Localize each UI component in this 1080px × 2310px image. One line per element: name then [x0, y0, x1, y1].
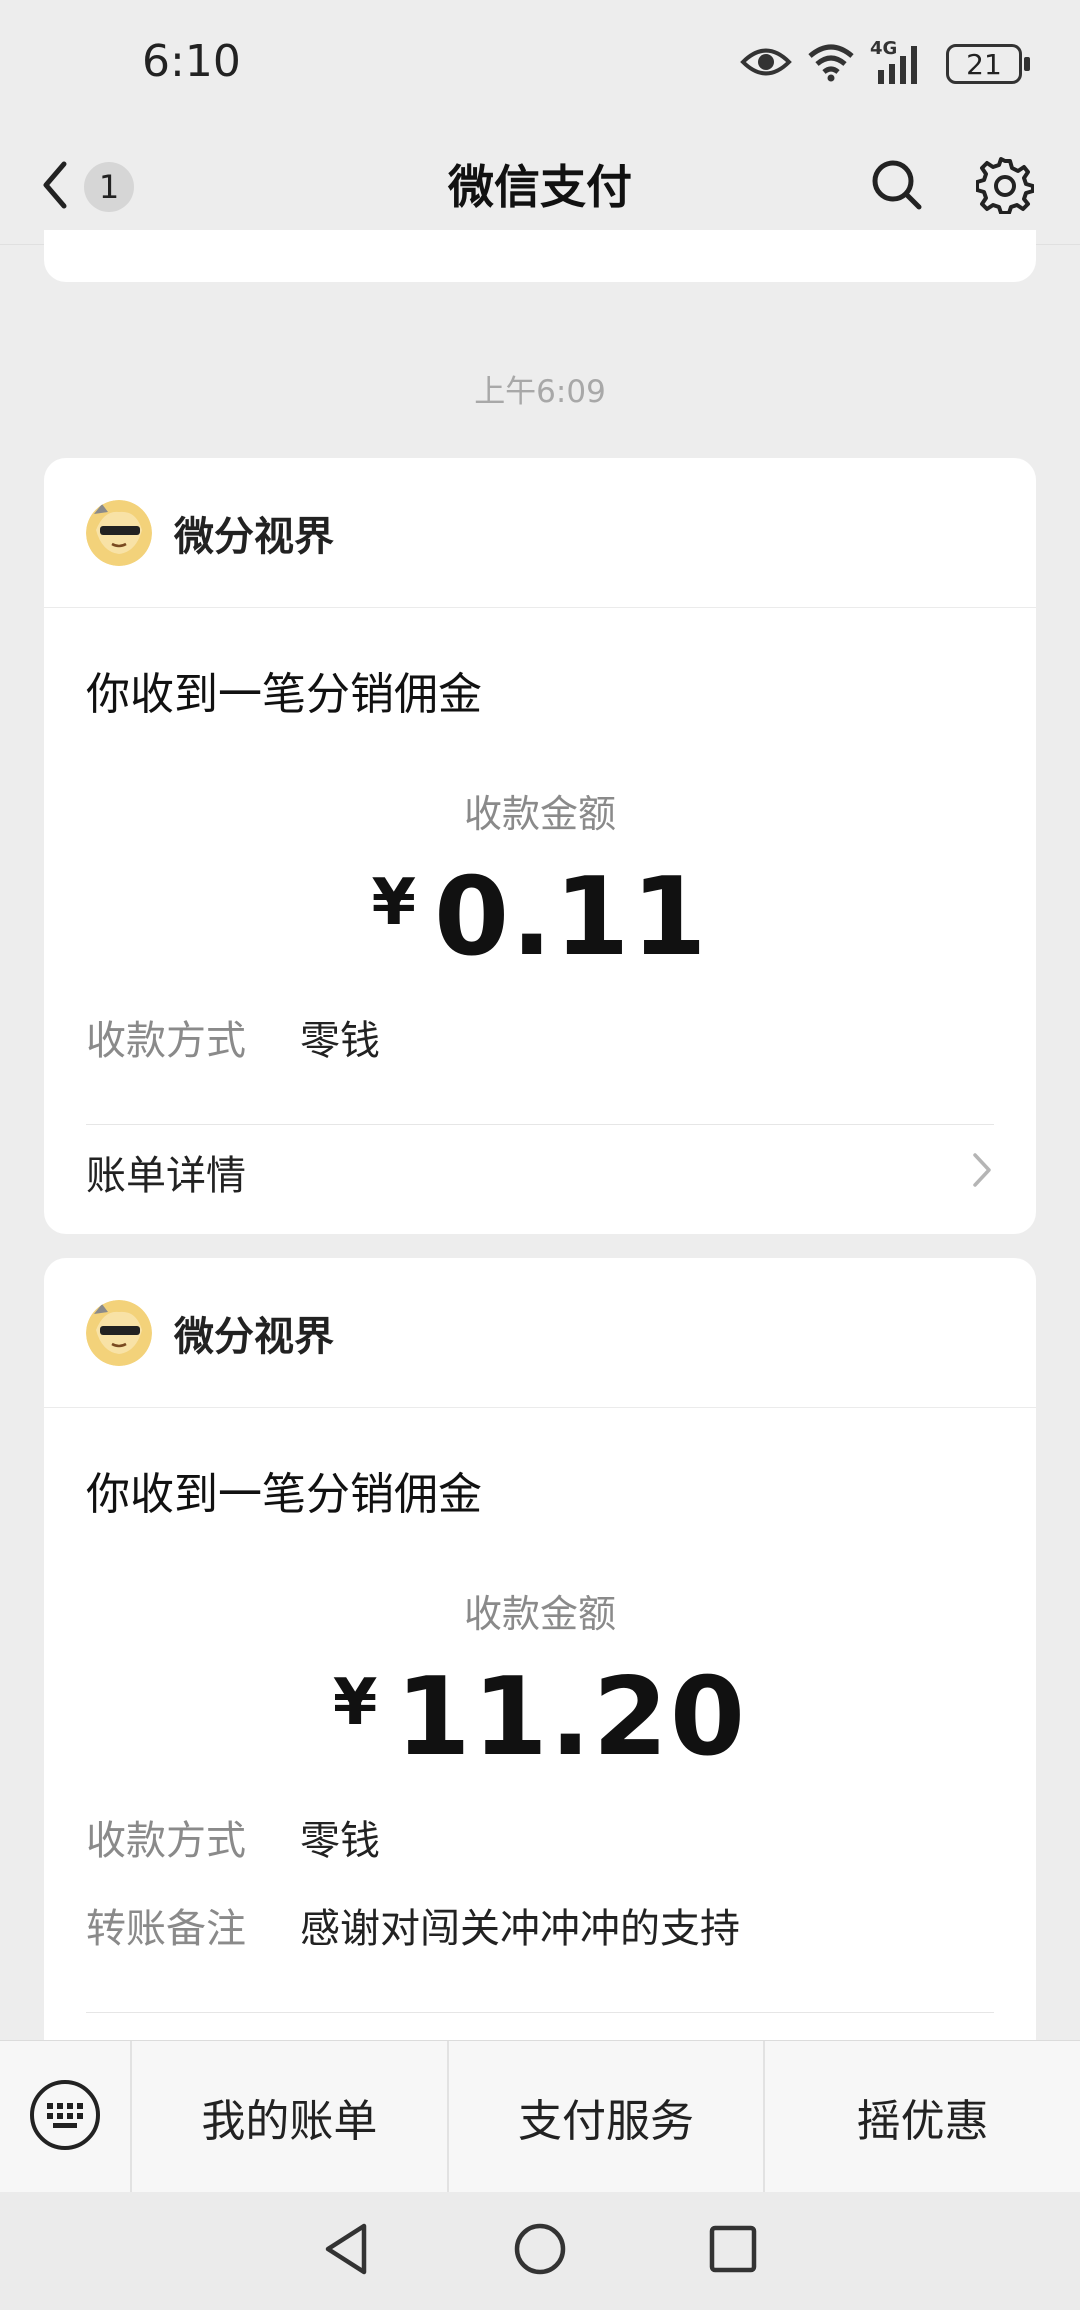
keyboard-toggle-button[interactable] [0, 2041, 130, 2193]
currency-symbol: ¥ [332, 1666, 378, 1740]
merchant-name: 微分视界 [174, 1313, 334, 1360]
amount-value: 0.11 [434, 855, 709, 980]
gear-icon [975, 156, 1035, 218]
detail-value: 零钱 [300, 1818, 380, 1864]
previous-card [44, 230, 1036, 282]
recents-square-icon [707, 2223, 759, 2279]
detail-label: 收款方式 [86, 1018, 246, 1064]
detail-row: 转账备注 感谢对闯关冲冲冲的支持 [86, 1896, 740, 1954]
status-bar: 6:10 4G 21 [0, 0, 1080, 130]
system-back-button[interactable] [307, 2211, 387, 2291]
wechat-pay-screen: 6:10 4G 21 1 微信支付 上午6:09 微分视界 你收到一笔分销佣金 … [0, 0, 1080, 2310]
card-header[interactable]: 微分视界 [44, 1258, 1036, 1408]
merchant-avatar-icon [86, 499, 152, 566]
back-button[interactable]: 1 [40, 152, 150, 222]
settings-button[interactable] [970, 152, 1040, 222]
detail-value: 零钱 [300, 1018, 380, 1064]
merchant-name: 微分视界 [174, 513, 334, 560]
card-header[interactable]: 微分视界 [44, 458, 1036, 608]
merchant-avatar-icon [86, 1299, 152, 1366]
status-icons: 4G 21 [740, 38, 1030, 90]
currency-symbol: ¥ [371, 866, 417, 940]
amount-label: 收款金额 [463, 792, 616, 836]
eye-icon [740, 45, 792, 83]
card-title: 你收到一笔分销佣金 [86, 669, 482, 720]
detail-value: 感谢对闯关冲冲冲的支持 [300, 1906, 740, 1952]
amount-value: 11.20 [395, 1655, 748, 1780]
detail-row: 收款方式 零钱 [86, 1008, 380, 1066]
search-button[interactable] [862, 152, 932, 222]
battery-level: 21 [966, 47, 1002, 81]
amount-display: ¥ 0.11 [44, 858, 1036, 978]
amount-display: ¥ 11.20 [44, 1658, 1036, 1778]
system-recents-button[interactable] [693, 2211, 773, 2291]
nav-bar: 1 微信支付 [0, 130, 1080, 245]
bill-details-label: 账单详情 [86, 1153, 246, 1199]
wifi-icon [806, 42, 856, 86]
payment-card[interactable]: 微分视界 你收到一笔分销佣金 收款金额 ¥ 11.20 收款方式 零钱 转账备注… [44, 1258, 1036, 2158]
menu-payment-services[interactable]: 支付服务 [446, 2040, 764, 2193]
menu-shake-deals[interactable]: 摇优惠 [763, 2040, 1080, 2193]
back-triangle-icon [322, 2221, 372, 2281]
signal-icon: 4G [870, 38, 926, 86]
back-chevron-icon [40, 160, 70, 214]
search-icon [869, 157, 925, 217]
divider [86, 2012, 994, 2013]
chevron-right-icon [970, 1150, 994, 1194]
payment-card[interactable]: 微分视界 你收到一笔分销佣金 收款金额 ¥ 0.11 收款方式 零钱 账单详情 [44, 458, 1036, 1234]
system-home-button[interactable] [500, 2211, 580, 2291]
keyboard-icon [29, 2079, 101, 2155]
card-title: 你收到一笔分销佣金 [86, 1469, 482, 1520]
unread-badge: 1 [84, 162, 134, 212]
divider [86, 1124, 994, 1125]
status-time: 6:10 [142, 36, 241, 87]
bottom-menu: 我的账单 支付服务 摇优惠 [0, 2040, 1080, 2193]
system-navigation-bar [0, 2192, 1080, 2310]
message-timestamp: 上午6:09 [474, 374, 606, 410]
detail-label: 转账备注 [86, 1906, 246, 1952]
bill-details-link[interactable]: 账单详情 [86, 1130, 994, 1214]
home-circle-icon [512, 2221, 568, 2281]
detail-row: 收款方式 零钱 [86, 1808, 380, 1866]
detail-label: 收款方式 [86, 1818, 246, 1864]
amount-label: 收款金额 [463, 1592, 616, 1636]
menu-my-bills[interactable]: 我的账单 [130, 2040, 447, 2193]
battery-icon: 21 [946, 44, 1030, 84]
